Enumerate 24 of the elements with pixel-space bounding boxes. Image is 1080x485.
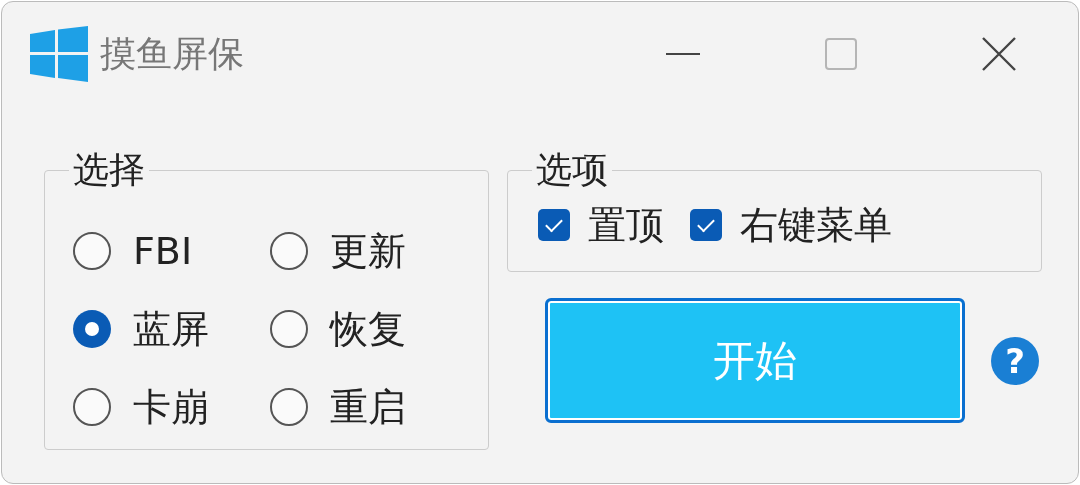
checkbox[interactable] bbox=[538, 209, 570, 241]
help-button[interactable]: ? bbox=[991, 336, 1039, 385]
radio-button[interactable] bbox=[270, 310, 308, 348]
windows-logo-icon bbox=[30, 26, 88, 82]
window-title: 摸鱼屏保 bbox=[100, 31, 245, 76]
radio-label[interactable]: 卡崩 bbox=[133, 384, 209, 430]
group-title: 选项 bbox=[535, 150, 609, 190]
checkbox[interactable] bbox=[690, 209, 722, 241]
radio-label[interactable]: 重启 bbox=[330, 384, 406, 430]
radio-label[interactable]: 蓝屏 bbox=[133, 306, 209, 352]
radio-button[interactable] bbox=[270, 232, 308, 270]
checkbox-label[interactable]: 右键菜单 bbox=[740, 202, 892, 248]
radio-button[interactable] bbox=[73, 232, 111, 270]
radio-button[interactable] bbox=[270, 388, 308, 426]
close-icon bbox=[982, 37, 1016, 71]
group-title: 选择 bbox=[72, 150, 146, 190]
radio-label[interactable]: FBI bbox=[133, 228, 193, 274]
radio-button[interactable] bbox=[73, 388, 111, 426]
radio-button[interactable] bbox=[73, 310, 111, 348]
maximize-icon bbox=[825, 38, 857, 70]
minimize-icon bbox=[666, 53, 700, 55]
checkbox-label[interactable]: 置顶 bbox=[588, 202, 664, 248]
radio-label[interactable]: 更新 bbox=[330, 228, 406, 274]
radio-label[interactable]: 恢复 bbox=[330, 306, 406, 352]
